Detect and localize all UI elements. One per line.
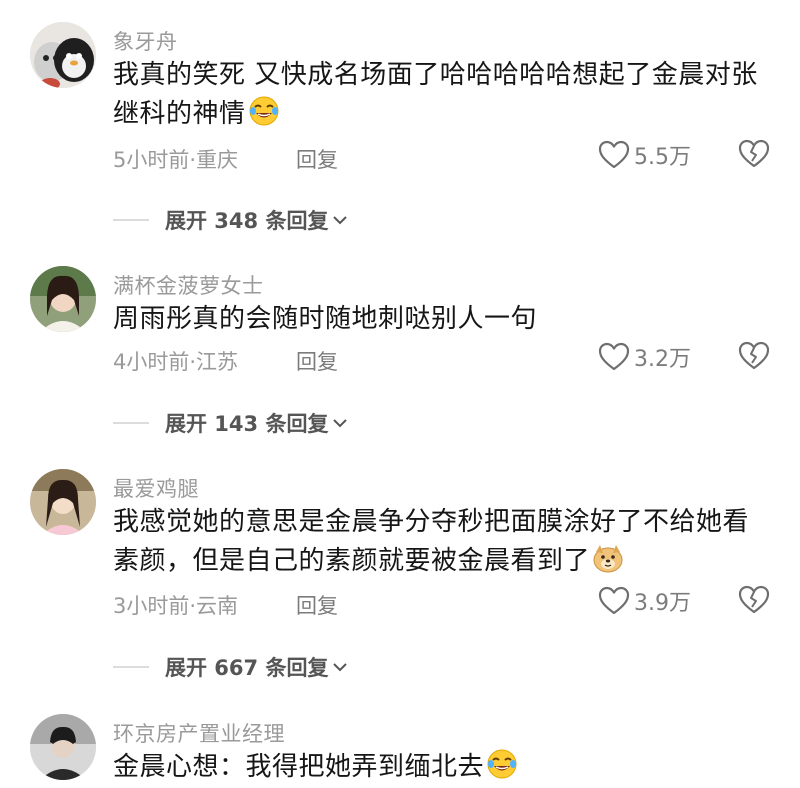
comment-text: 周雨彤真的会随时随地刺哒别人一句 <box>113 300 763 339</box>
comment-time-location: 5小时前·重庆 <box>113 148 239 172</box>
like-count: 5.5万 <box>634 145 691 170</box>
comment-text-body: 周雨彤真的会随时随地刺哒别人一句 <box>113 304 538 334</box>
expand-replies-button[interactable]: 展开 667 条回复 <box>113 652 348 682</box>
comment-text: 我感觉她的意思是金晨争分夺秒把面膜涂好了不给她看素颜，但是自己的素颜就要被金晨看… <box>113 503 763 581</box>
like-count: 3.9万 <box>634 591 691 616</box>
reply-button[interactable]: 回复 <box>296 590 338 620</box>
like-count: 3.2万 <box>634 347 691 372</box>
laughing-tears-emoji-icon <box>248 95 280 127</box>
comment-username[interactable]: 满杯金菠萝女士 <box>113 270 264 300</box>
dislike-button[interactable] <box>738 139 770 169</box>
comment-time-location: 4小时前·江苏 <box>113 350 239 374</box>
comment-time-location: 3小时前·云南 <box>113 594 239 618</box>
like-button[interactable]: 3.2万 <box>598 341 691 373</box>
dislike-button[interactable] <box>738 341 770 371</box>
comment-text-body: 金晨心想：我得把她弄到缅北去 <box>113 752 485 782</box>
chevron-down-icon <box>333 216 348 225</box>
divider-line <box>113 666 149 668</box>
heart-outline-icon <box>598 140 630 169</box>
expand-replies-label: 展开 667 条回复 <box>165 656 329 680</box>
chevron-down-icon <box>333 419 348 428</box>
broken-heart-icon <box>738 341 770 370</box>
reply-button[interactable]: 回复 <box>296 346 338 376</box>
avatar[interactable] <box>30 266 96 332</box>
expand-replies-button[interactable]: 展开 143 条回复 <box>113 408 348 438</box>
avatar[interactable] <box>30 469 96 535</box>
comment-text: 我真的笑死 又快成名场面了哈哈哈哈哈想起了金晨对张继科的神情 <box>113 56 763 134</box>
broken-heart-icon <box>738 585 770 614</box>
broken-heart-icon <box>738 139 770 168</box>
comment-text-body: 我真的笑死 又快成名场面了哈哈哈哈哈想起了金晨对张继科的神情 <box>113 60 758 129</box>
comment-username[interactable]: 最爱鸡腿 <box>113 473 199 503</box>
comment-text: 金晨心想：我得把她弄到缅北去 <box>113 748 763 787</box>
divider-line <box>113 219 149 221</box>
heart-outline-icon <box>598 342 630 371</box>
like-button[interactable]: 3.9万 <box>598 585 691 617</box>
expand-replies-label: 展开 348 条回复 <box>165 209 329 233</box>
avatar[interactable] <box>30 22 96 88</box>
expand-replies-label: 展开 143 条回复 <box>165 412 329 436</box>
dislike-button[interactable] <box>738 585 770 615</box>
doge-emoji-icon <box>592 542 624 574</box>
reply-button[interactable]: 回复 <box>296 144 338 174</box>
heart-outline-icon <box>598 586 630 615</box>
comment-username[interactable]: 环京房产置业经理 <box>113 718 285 748</box>
comment-username[interactable]: 象牙舟 <box>113 26 178 56</box>
avatar[interactable] <box>30 714 96 780</box>
comment-text-body: 我感觉她的意思是金晨争分夺秒把面膜涂好了不给她看素颜，但是自己的素颜就要被金晨看… <box>113 507 750 576</box>
divider-line <box>113 422 149 424</box>
chevron-down-icon <box>333 663 348 672</box>
like-button[interactable]: 5.5万 <box>598 139 691 171</box>
laughing-tears-emoji-icon <box>486 748 518 780</box>
expand-replies-button[interactable]: 展开 348 条回复 <box>113 205 348 235</box>
